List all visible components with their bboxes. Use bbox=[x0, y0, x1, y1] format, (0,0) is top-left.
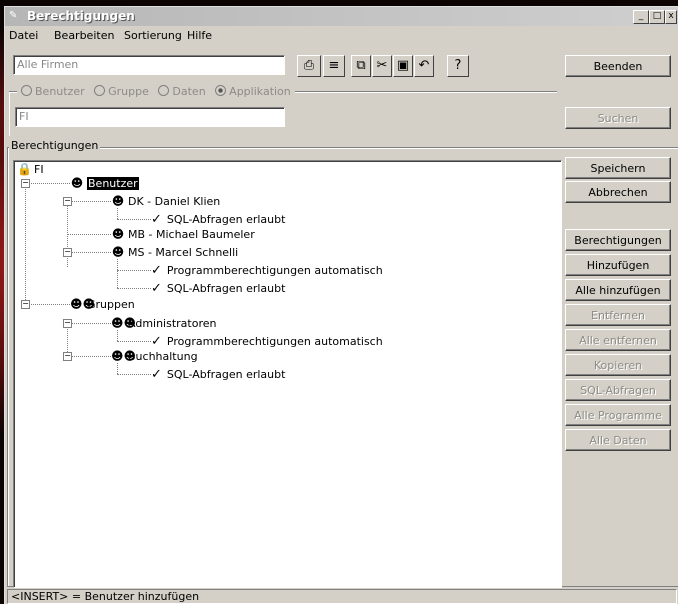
paste-icon[interactable]: ▣ bbox=[393, 55, 413, 77]
alle-hinzufuegen-button[interactable]: Alle hinzufügen bbox=[565, 279, 671, 301]
berechtigungen-group-label: Berechtigungen bbox=[9, 139, 101, 152]
app-window: ✎ Berechtigungen _ □ x Datei Bearbeiten … bbox=[4, 6, 678, 604]
check-icon: ✓ bbox=[151, 263, 162, 278]
collapse-administratoren[interactable]: − bbox=[63, 319, 72, 328]
user-icon: ☻ bbox=[70, 176, 84, 190]
radio-applikation[interactable]: Applikation bbox=[215, 85, 291, 98]
list-icon[interactable]: ≡ bbox=[323, 55, 345, 77]
tree-node-user-mb[interactable]: ☻ MB - Michael Baumeler bbox=[111, 227, 255, 242]
lock-icon: 🔒 bbox=[17, 162, 32, 176]
check-icon: ✓ bbox=[151, 212, 162, 227]
title-bar[interactable]: ✎ Berechtigungen _ □ x bbox=[5, 7, 678, 26]
tree-node-permission[interactable]: ✓ SQL-Abfragen erlaubt bbox=[151, 212, 285, 227]
menu-bar: Datei Bearbeiten Sortierung Hilfe bbox=[5, 27, 678, 45]
menu-bearbeiten[interactable]: Bearbeiten bbox=[54, 29, 114, 42]
minimize-button[interactable]: _ bbox=[633, 10, 649, 24]
tree-node-gruppen[interactable]: ☻☻Gruppen bbox=[70, 297, 135, 312]
radio-benutzer[interactable]: Benutzer bbox=[21, 85, 85, 98]
menu-sortierung[interactable]: Sortierung bbox=[124, 29, 182, 42]
group-icon: ☻☻ bbox=[70, 297, 96, 311]
kopieren-button[interactable]: Kopieren bbox=[565, 354, 671, 376]
radio-daten[interactable]: Daten bbox=[158, 85, 206, 98]
entfernen-button[interactable]: Entfernen bbox=[565, 304, 671, 326]
tree-node-user-dk[interactable]: ☻ DK - Daniel Klien bbox=[111, 194, 221, 209]
tree-node-permission[interactable]: ✓ Programmberechtigungen automatisch bbox=[151, 334, 383, 349]
tree-node-root[interactable]: 🔒 FI bbox=[17, 162, 44, 177]
tree-node-benutzer[interactable]: ☻ Benutzer bbox=[70, 176, 139, 191]
collapse-benutzer[interactable]: − bbox=[21, 179, 30, 188]
alle-daten-button[interactable]: Alle Daten bbox=[565, 429, 671, 451]
printer-icon[interactable]: ⎙ bbox=[297, 55, 321, 77]
group-icon: ☻☻ bbox=[111, 349, 137, 363]
tree-node-group-buchhaltung[interactable]: ☻☻Buchhaltung bbox=[111, 349, 198, 364]
collapse-dk[interactable]: − bbox=[63, 197, 72, 206]
permissions-tree[interactable]: − − − − − − 🔒 FI ☻ Benutzer ☻ DK - Daniel K… bbox=[13, 160, 562, 588]
menu-datei[interactable]: Datei bbox=[9, 29, 38, 42]
beenden-button[interactable]: Beenden bbox=[565, 55, 671, 77]
tree-node-permission[interactable]: ✓ SQL-Abfragen erlaubt bbox=[151, 367, 285, 382]
tree-node-permission[interactable]: ✓ SQL-Abfragen erlaubt bbox=[151, 281, 285, 296]
close-button[interactable]: x bbox=[665, 10, 677, 24]
cut-icon[interactable]: ✂ bbox=[372, 55, 392, 77]
suchen-button[interactable]: Suchen bbox=[565, 107, 671, 129]
hinzufuegen-button[interactable]: Hinzufügen bbox=[565, 254, 671, 276]
window-title: Berechtigungen bbox=[27, 9, 135, 23]
status-bar: <INSERT> = Benutzer hinzufügen bbox=[7, 589, 677, 604]
user-icon: ☻ bbox=[111, 227, 125, 241]
tree-node-permission[interactable]: ✓ Programmberechtigungen automatisch bbox=[151, 263, 383, 278]
maximize-button[interactable]: □ bbox=[649, 10, 665, 24]
company-field[interactable]: Alle Firmen bbox=[13, 55, 285, 75]
tree-node-group-administratoren[interactable]: ☻☻Administratoren bbox=[111, 316, 216, 331]
berechtigungen-button[interactable]: Berechtigungen bbox=[565, 229, 671, 251]
tree-node-user-ms[interactable]: ☻ MS - Marcel Schnelli bbox=[111, 245, 239, 260]
alle-entfernen-button[interactable]: Alle entfernen bbox=[565, 329, 671, 351]
radio-gruppe[interactable]: Gruppe bbox=[94, 85, 149, 98]
undo-icon[interactable]: ↶ bbox=[414, 55, 434, 77]
check-icon: ✓ bbox=[151, 367, 162, 382]
app-icon: ✎ bbox=[9, 10, 18, 21]
sql-abfragen-button[interactable]: SQL-Abfragen bbox=[565, 379, 671, 401]
menu-hilfe[interactable]: Hilfe bbox=[187, 29, 212, 42]
alle-programme-button[interactable]: Alle Programme bbox=[565, 404, 671, 426]
check-icon: ✓ bbox=[151, 281, 162, 296]
filter-radio-row: Benutzer Gruppe Daten Applikation bbox=[17, 85, 295, 99]
abbrechen-button[interactable]: Abbrechen bbox=[565, 181, 671, 203]
collapse-ms[interactable]: − bbox=[63, 248, 72, 257]
collapse-buchhaltung[interactable]: − bbox=[63, 352, 72, 361]
user-icon: ☻ bbox=[111, 194, 125, 208]
help-icon[interactable]: ? bbox=[447, 55, 469, 77]
user-icon: ☻ bbox=[111, 245, 125, 259]
group-icon: ☻☻ bbox=[111, 316, 137, 330]
filter-input[interactable]: FI bbox=[15, 107, 285, 127]
check-icon: ✓ bbox=[151, 334, 162, 349]
collapse-gruppen[interactable]: − bbox=[21, 300, 30, 309]
speichern-button[interactable]: Speichern bbox=[565, 157, 671, 179]
copy-icon[interactable]: ⧉ bbox=[351, 55, 371, 77]
